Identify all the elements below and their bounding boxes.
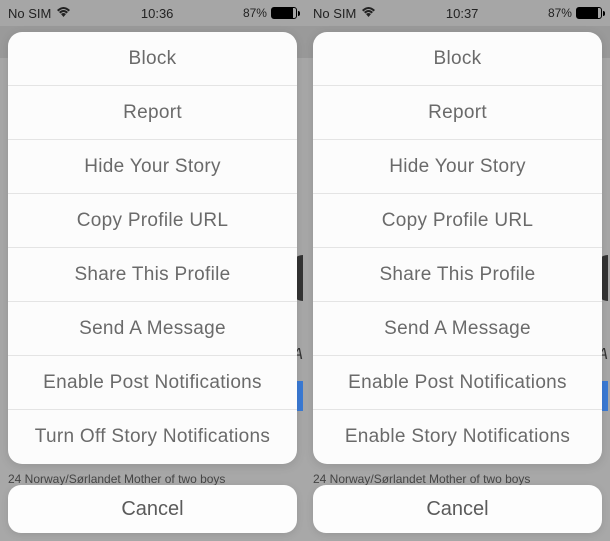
menu-block[interactable]: Block: [313, 32, 602, 86]
battery-pct: 87%: [243, 6, 267, 20]
profile-bio-dimmed: 24 Norway/Sørlandet Mother of two boys: [313, 472, 610, 486]
action-sheet: Block Report Hide Your Story Copy Profil…: [313, 32, 602, 464]
cancel-button[interactable]: Cancel: [8, 485, 297, 533]
menu-hide-story[interactable]: Hide Your Story: [313, 140, 602, 194]
menu-hide-story[interactable]: Hide Your Story: [8, 140, 297, 194]
menu-turn-off-story-notifications[interactable]: Turn Off Story Notifications: [8, 410, 297, 464]
clock: 10:36: [141, 6, 174, 21]
cancel-button[interactable]: Cancel: [313, 485, 602, 533]
menu-copy-url[interactable]: Copy Profile URL: [8, 194, 297, 248]
menu-share-profile[interactable]: Share This Profile: [313, 248, 602, 302]
status-bar: No SIM 10:36 87%: [0, 0, 305, 26]
carrier-label: No SIM: [313, 6, 356, 21]
battery-icon: [576, 7, 602, 19]
action-sheet: Block Report Hide Your Story Copy Profil…: [8, 32, 297, 464]
menu-enable-story-notifications[interactable]: Enable Story Notifications: [313, 410, 602, 464]
menu-report[interactable]: Report: [313, 86, 602, 140]
battery-pct: 87%: [548, 6, 572, 20]
menu-share-profile[interactable]: Share This Profile: [8, 248, 297, 302]
menu-send-message[interactable]: Send A Message: [313, 302, 602, 356]
clock: 10:37: [446, 6, 479, 21]
menu-enable-post-notifications[interactable]: Enable Post Notifications: [8, 356, 297, 410]
menu-send-message[interactable]: Send A Message: [8, 302, 297, 356]
menu-enable-post-notifications[interactable]: Enable Post Notifications: [313, 356, 602, 410]
profile-bio-dimmed: 24 Norway/Sørlandet Mother of two boys: [8, 472, 305, 486]
wifi-icon: [361, 6, 376, 21]
menu-copy-url[interactable]: Copy Profile URL: [313, 194, 602, 248]
carrier-label: No SIM: [8, 6, 51, 21]
status-bar: No SIM 10:37 87%: [305, 0, 610, 26]
wifi-icon: [56, 6, 71, 21]
phone-left: No SIM 10:36 87% ‹ A 24 Norway/Sørlandet…: [0, 0, 305, 541]
menu-block[interactable]: Block: [8, 32, 297, 86]
side-by-side-container: No SIM 10:36 87% ‹ A 24 Norway/Sørlandet…: [0, 0, 610, 541]
battery-icon: [271, 7, 297, 19]
phone-right: No SIM 10:37 87% ‹ A 24 Norway/Sørlandet…: [305, 0, 610, 541]
menu-report[interactable]: Report: [8, 86, 297, 140]
